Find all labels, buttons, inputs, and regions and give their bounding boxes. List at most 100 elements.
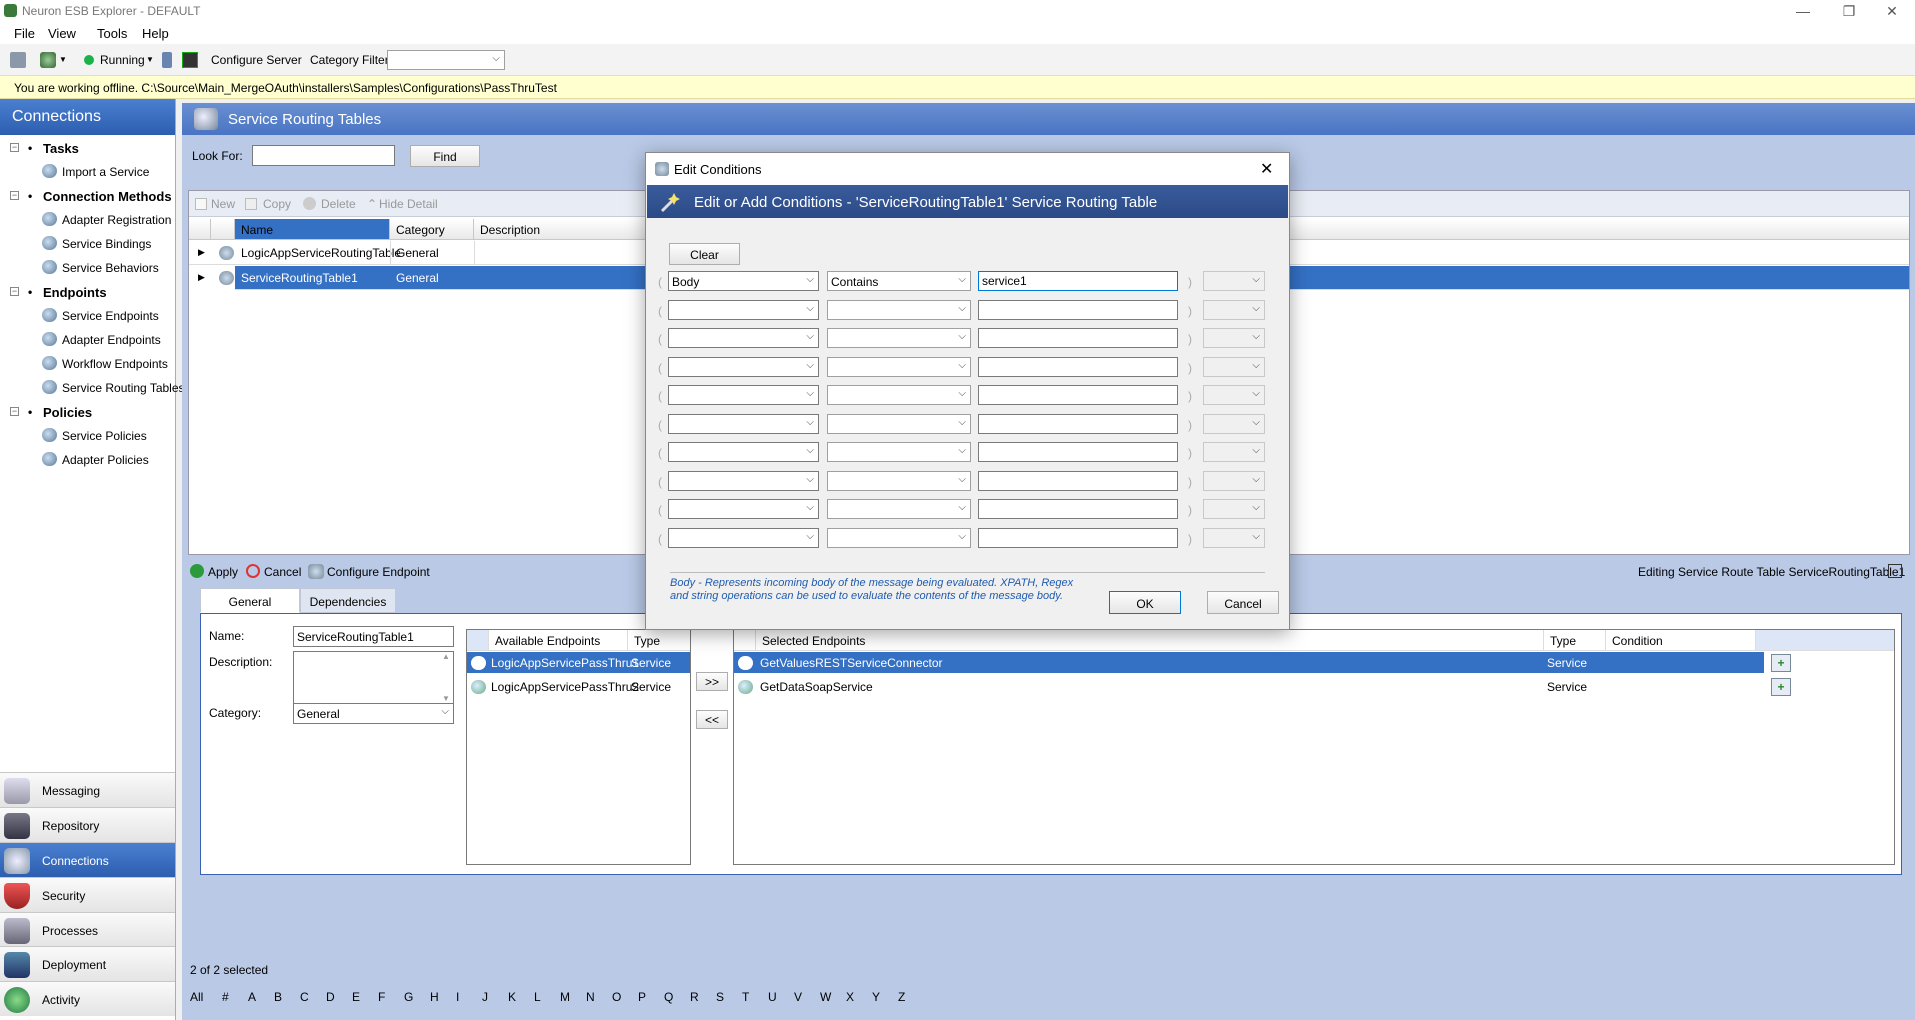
save-icon[interactable] bbox=[10, 52, 26, 68]
delete-button[interactable]: Delete bbox=[321, 197, 356, 211]
tree-group-endpoints[interactable]: − • Endpoints bbox=[0, 285, 175, 301]
alpha-filter-item[interactable]: W bbox=[820, 990, 831, 1004]
collapse-icon[interactable]: − bbox=[10, 287, 19, 296]
alpha-filter-item[interactable]: B bbox=[274, 990, 282, 1004]
nav-import-service[interactable]: Import a Service bbox=[42, 164, 172, 180]
menu-help[interactable]: Help bbox=[142, 26, 169, 41]
alpha-filter-item[interactable]: V bbox=[794, 990, 802, 1004]
condition-field-select[interactable]: ⌵ bbox=[668, 414, 819, 434]
condition-logic-select[interactable]: ⌵ bbox=[1203, 385, 1265, 405]
nav-service-behaviors[interactable]: Service Behaviors bbox=[42, 260, 172, 276]
condition-value-input[interactable]: service1 bbox=[978, 271, 1178, 291]
list-item[interactable]: LogicAppServicePassThru1 Service bbox=[467, 652, 690, 673]
column-header-available[interactable]: Available Endpoints bbox=[489, 630, 628, 651]
condition-value-input[interactable] bbox=[978, 357, 1178, 377]
condition-operator-select[interactable]: ⌵ bbox=[827, 357, 971, 377]
list-item[interactable]: GetDataSoapService Service bbox=[734, 676, 1764, 697]
nav-adapter-registration[interactable]: Adapter Registration bbox=[42, 212, 172, 228]
hide-detail-button[interactable]: Hide Detail bbox=[379, 197, 438, 211]
condition-operator-select[interactable]: Contains ⌵ bbox=[827, 271, 971, 291]
cancel-edit-button[interactable]: Cancel bbox=[264, 565, 301, 579]
alpha-filter-item[interactable]: F bbox=[378, 990, 385, 1004]
dialog-close-icon[interactable]: ✕ bbox=[1260, 159, 1273, 179]
scroll-down-icon[interactable]: ▼ bbox=[442, 694, 450, 703]
condition-operator-select[interactable]: ⌵ bbox=[827, 471, 971, 491]
maximize-icon[interactable] bbox=[1888, 564, 1902, 578]
alpha-filter-item[interactable]: S bbox=[716, 990, 724, 1004]
condition-logic-select[interactable]: ⌵ bbox=[1203, 528, 1265, 548]
condition-value-input[interactable] bbox=[978, 499, 1178, 519]
alpha-filter-item[interactable]: Z bbox=[898, 990, 905, 1004]
condition-value-input[interactable] bbox=[978, 328, 1178, 348]
nav-service-bindings[interactable]: Service Bindings bbox=[42, 236, 172, 252]
condition-value-input[interactable] bbox=[978, 414, 1178, 434]
alpha-filter-item[interactable]: R bbox=[690, 990, 699, 1004]
condition-field-select[interactable]: ⌵ bbox=[668, 357, 819, 377]
edit-condition-icon[interactable]: + bbox=[1771, 654, 1791, 672]
tree-group-connection-methods[interactable]: − • Connection Methods bbox=[0, 189, 175, 205]
status-dropdown-icon[interactable]: ▼ bbox=[146, 55, 154, 64]
condition-operator-select[interactable]: ⌵ bbox=[827, 300, 971, 320]
alpha-filter-item[interactable]: Y bbox=[872, 990, 880, 1004]
condition-value-input[interactable] bbox=[978, 300, 1178, 320]
ok-button[interactable]: OK bbox=[1109, 591, 1181, 614]
collapse-icon[interactable]: − bbox=[10, 143, 19, 152]
nav-processes[interactable]: Processes bbox=[0, 912, 175, 947]
menu-view[interactable]: View bbox=[48, 26, 76, 41]
alpha-filter-item[interactable]: P bbox=[638, 990, 646, 1004]
condition-logic-select[interactable]: ⌵ bbox=[1203, 328, 1265, 348]
condition-value-input[interactable] bbox=[978, 385, 1178, 405]
condition-operator-select[interactable]: ⌵ bbox=[827, 385, 971, 405]
cancel-button[interactable]: Cancel bbox=[1207, 591, 1279, 614]
column-header-type[interactable]: Type bbox=[1544, 630, 1606, 651]
restore-icon[interactable]: ❐ bbox=[1826, 0, 1872, 22]
condition-logic-select[interactable]: ⌵ bbox=[1203, 357, 1265, 377]
condition-field-select[interactable]: ⌵ bbox=[668, 499, 819, 519]
nav-service-endpoints[interactable]: Service Endpoints bbox=[42, 308, 172, 324]
nav-adapter-endpoints[interactable]: Adapter Endpoints bbox=[42, 332, 172, 348]
alpha-filter-item[interactable]: L bbox=[534, 990, 541, 1004]
condition-operator-select[interactable]: ⌵ bbox=[827, 442, 971, 462]
console-icon[interactable] bbox=[182, 52, 198, 68]
alpha-filter-item[interactable]: H bbox=[430, 990, 439, 1004]
column-header-category[interactable]: Category bbox=[390, 219, 474, 240]
apply-button[interactable]: Apply bbox=[208, 565, 238, 579]
column-header-selected[interactable]: Selected Endpoints bbox=[756, 630, 1544, 651]
alpha-filter-item[interactable]: X bbox=[846, 990, 854, 1004]
alpha-filter-item[interactable]: I bbox=[456, 990, 459, 1004]
condition-field-select[interactable]: ⌵ bbox=[668, 385, 819, 405]
look-for-input[interactable] bbox=[252, 145, 395, 166]
alpha-filter-item[interactable]: K bbox=[508, 990, 516, 1004]
nav-messaging[interactable]: Messaging bbox=[0, 772, 175, 807]
alpha-filter-item[interactable]: J bbox=[482, 990, 488, 1004]
alpha-filter-item[interactable]: T bbox=[742, 990, 749, 1004]
alpha-filter-item[interactable]: D bbox=[326, 990, 335, 1004]
condition-logic-select[interactable]: ⌵ bbox=[1203, 499, 1265, 519]
condition-field-select[interactable]: ⌵ bbox=[668, 300, 819, 320]
name-input[interactable]: ServiceRoutingTable1 bbox=[293, 626, 454, 647]
nav-service-routing-tables[interactable]: Service Routing Tables bbox=[42, 380, 185, 396]
configure-server-button[interactable]: Configure Server bbox=[211, 53, 302, 67]
tree-group-policies[interactable]: − • Policies bbox=[0, 405, 175, 421]
alpha-filter-item[interactable]: M bbox=[560, 990, 570, 1004]
chevron-down-icon[interactable]: ▼ bbox=[59, 55, 67, 64]
nav-service-policies[interactable]: Service Policies bbox=[42, 428, 172, 444]
alpha-filter-item[interactable]: E bbox=[352, 990, 360, 1004]
scroll-up-icon[interactable]: ▲ bbox=[442, 652, 450, 661]
condition-logic-select[interactable]: ⌵ bbox=[1203, 442, 1265, 462]
alpha-filter-item[interactable]: # bbox=[222, 990, 229, 1004]
condition-field-select[interactable]: ⌵ bbox=[668, 471, 819, 491]
alpha-filter-item[interactable]: All bbox=[190, 990, 203, 1004]
condition-field-select[interactable]: ⌵ bbox=[668, 442, 819, 462]
condition-value-input[interactable] bbox=[978, 528, 1178, 548]
column-header-type[interactable]: Type bbox=[628, 630, 690, 651]
refresh-icon[interactable] bbox=[162, 52, 172, 68]
alpha-filter-item[interactable]: O bbox=[612, 990, 621, 1004]
condition-operator-select[interactable]: ⌵ bbox=[827, 414, 971, 434]
new-button[interactable]: New bbox=[211, 197, 235, 211]
tab-general[interactable]: General bbox=[200, 588, 300, 613]
collapse-icon[interactable]: − bbox=[10, 407, 19, 416]
column-header-condition[interactable]: Condition bbox=[1606, 630, 1756, 651]
nav-deployment[interactable]: Deployment bbox=[0, 946, 175, 981]
alpha-filter-item[interactable]: U bbox=[768, 990, 777, 1004]
